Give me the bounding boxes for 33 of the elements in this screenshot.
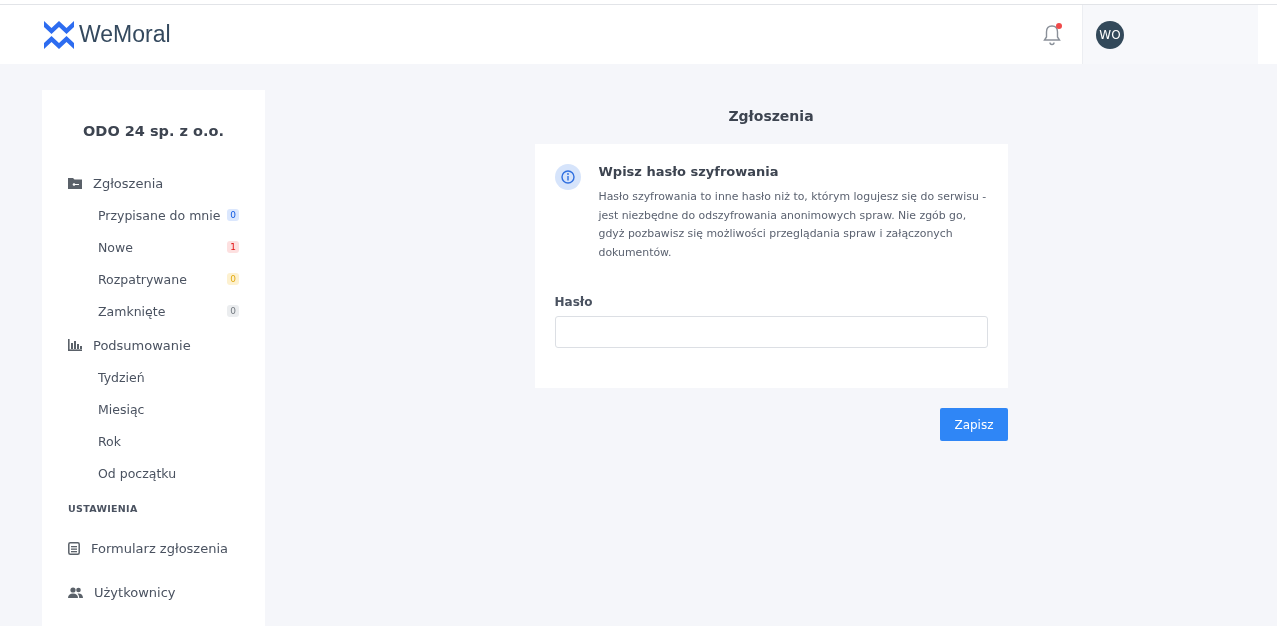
- save-button[interactable]: Zapisz: [940, 408, 1008, 441]
- card-description: Hasło szyfrowania to inne hasło niż to, którym logujesz się do serwisu - jest niezbędne do odszyfrowania anonimowych spraw. Nie zgób go, gdyż pozbawisz się możliwości przeglądania spraw i załączonych dokumentów.: [598, 189, 988, 261]
- field-label: Hasło: [554, 295, 594, 309]
- nav-subitem[interactable]: Rozpatrywane 0: [68, 269, 265, 289]
- users-icon: [68, 586, 83, 598]
- nav-subitem[interactable]: Przypisane do mnie 0: [68, 205, 265, 225]
- nav-subitem[interactable]: Nowe 1: [68, 237, 265, 257]
- logo-text: WeMoral: [79, 21, 171, 48]
- bar-chart-icon: [68, 339, 82, 351]
- nav-subitem[interactable]: Tydzień: [68, 367, 265, 387]
- nav-subitem[interactable]: Zamknięte 0: [68, 301, 265, 321]
- document-icon: [68, 541, 80, 555]
- nav-item[interactable]: Użytkownicy: [68, 582, 265, 602]
- count-badge: 0: [227, 305, 239, 317]
- count-badge: 1: [227, 241, 239, 253]
- section-heading: USTAWIENIA: [68, 503, 139, 514]
- nav-subitem[interactable]: Miesiąc: [68, 399, 265, 419]
- user-avatar[interactable]: WO: [1096, 20, 1124, 49]
- page-title: Zgłoszenia: [728, 108, 814, 124]
- card-heading: Wpisz hasło szyfrowania: [598, 164, 780, 179]
- count-badge: 0: [227, 209, 239, 221]
- nav-item[interactable]: Formularz zgłoszenia: [68, 538, 265, 558]
- count-badge: 0: [227, 273, 239, 285]
- bell-icon[interactable]: [1041, 22, 1063, 47]
- info-icon: [554, 164, 581, 190]
- nav-subitem[interactable]: Od początku: [68, 463, 265, 483]
- folder-icon: [68, 177, 82, 189]
- nav-item[interactable]: Podsumowanie: [68, 335, 265, 355]
- nav-subitem[interactable]: Rok: [68, 431, 265, 451]
- logo-icon: [43, 18, 75, 51]
- company-name: ODO 24 sp. z o.o.: [82, 123, 225, 139]
- nav-item[interactable]: Zgłoszenia: [68, 173, 265, 193]
- password-field[interactable]: [554, 316, 988, 348]
